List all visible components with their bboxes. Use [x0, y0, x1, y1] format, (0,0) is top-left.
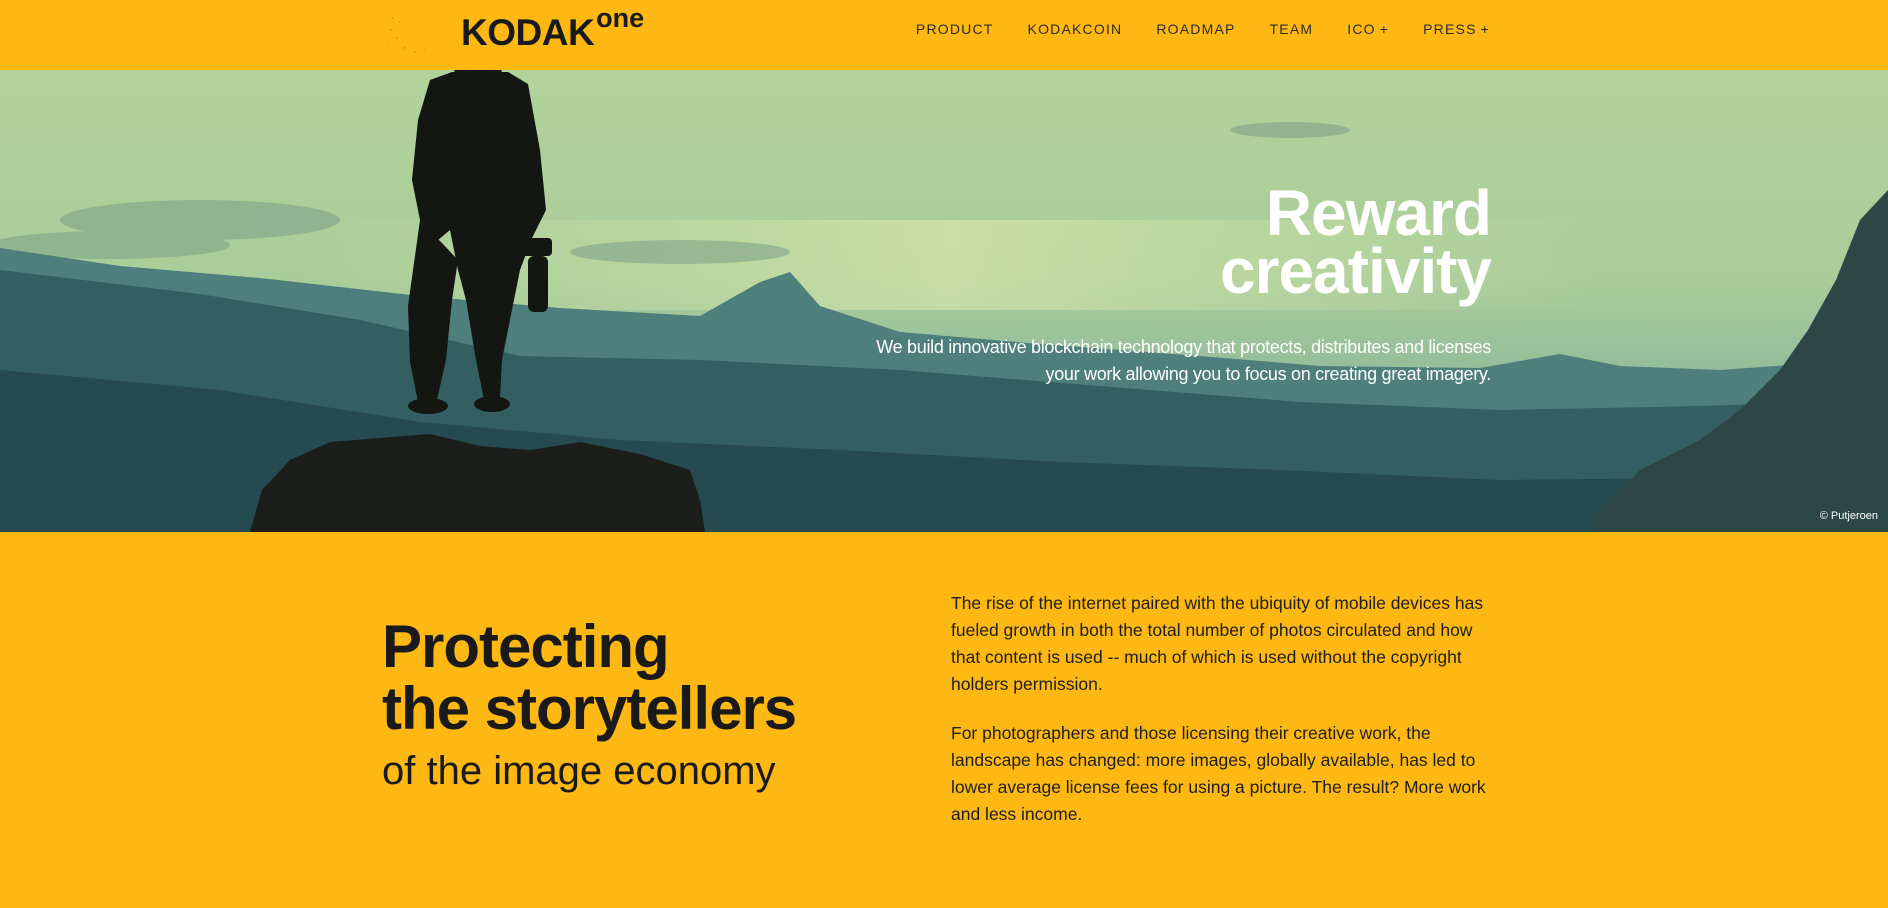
logo-brand-text: KODAK: [461, 12, 595, 53]
headline-line3: of the image economy: [382, 749, 776, 793]
nav-ico-label: ICO: [1347, 21, 1376, 37]
nav-ico-expand-icon: +: [1379, 21, 1390, 37]
nav-kodakcoin[interactable]: KODAKCOIN: [1028, 18, 1123, 40]
nav-product-label: PRODUCT: [915, 21, 994, 37]
logo-suffix-text: one: [596, 3, 645, 33]
nav-press-label: PRESS: [1423, 21, 1477, 37]
main-nav: PRODUCT KODAKCOIN ROADMAP TEAM ICO + PRES…: [882, 18, 1490, 40]
nav-team-label: TEAM: [1269, 21, 1314, 37]
hero-title-line2: creativity: [1219, 235, 1492, 307]
nav-kodakcoin-label: KODAKCOIN: [1027, 21, 1123, 37]
hero-background-image: [0, 70, 1888, 532]
nav-roadmap[interactable]: ROADMAP: [1156, 18, 1235, 40]
headline-line2: the storytellers: [382, 675, 797, 742]
site-header: KODAK one PRODUCT KODAKCOIN ROADMAP TEAM…: [0, 0, 1888, 70]
nav-team[interactable]: TEAM: [1270, 18, 1314, 40]
page: KODAK one PRODUCT KODAKCOIN ROADMAP TEAM…: [0, 0, 1888, 908]
kodakone-logo[interactable]: KODAK one: [461, 3, 645, 53]
nav-roadmap-label: ROADMAP: [1156, 21, 1236, 37]
hero-title: Reward creativity: [1219, 177, 1492, 307]
section-headline: Protecting the storytellers of the image…: [382, 613, 797, 798]
nav-product[interactable]: PRODUCT: [916, 18, 994, 40]
kodak-logo-mark-icon: [388, 17, 426, 53]
intro-section: Protecting the storytellers of the image…: [0, 532, 1888, 908]
section-body: The rise of the internet paired with the…: [951, 590, 1491, 850]
hero-subtitle: We build innovative blockchain technolog…: [876, 337, 1491, 384]
photo-credit: © Putjeroen: [1819, 510, 1878, 522]
headline-line1: Protecting: [382, 613, 670, 680]
nav-press[interactable]: PRESS +: [1423, 18, 1490, 40]
nav-ico[interactable]: ICO +: [1347, 18, 1389, 40]
body-paragraph-2: For photographers and those licensing th…: [951, 723, 1486, 824]
body-paragraph-1: The rise of the internet paired with the…: [951, 593, 1484, 694]
hero-title-line1: Reward: [1265, 177, 1492, 249]
nav-press-expand-icon: +: [1480, 21, 1490, 37]
hero-banner: Reward creativity We build innovative bl…: [0, 70, 1888, 532]
